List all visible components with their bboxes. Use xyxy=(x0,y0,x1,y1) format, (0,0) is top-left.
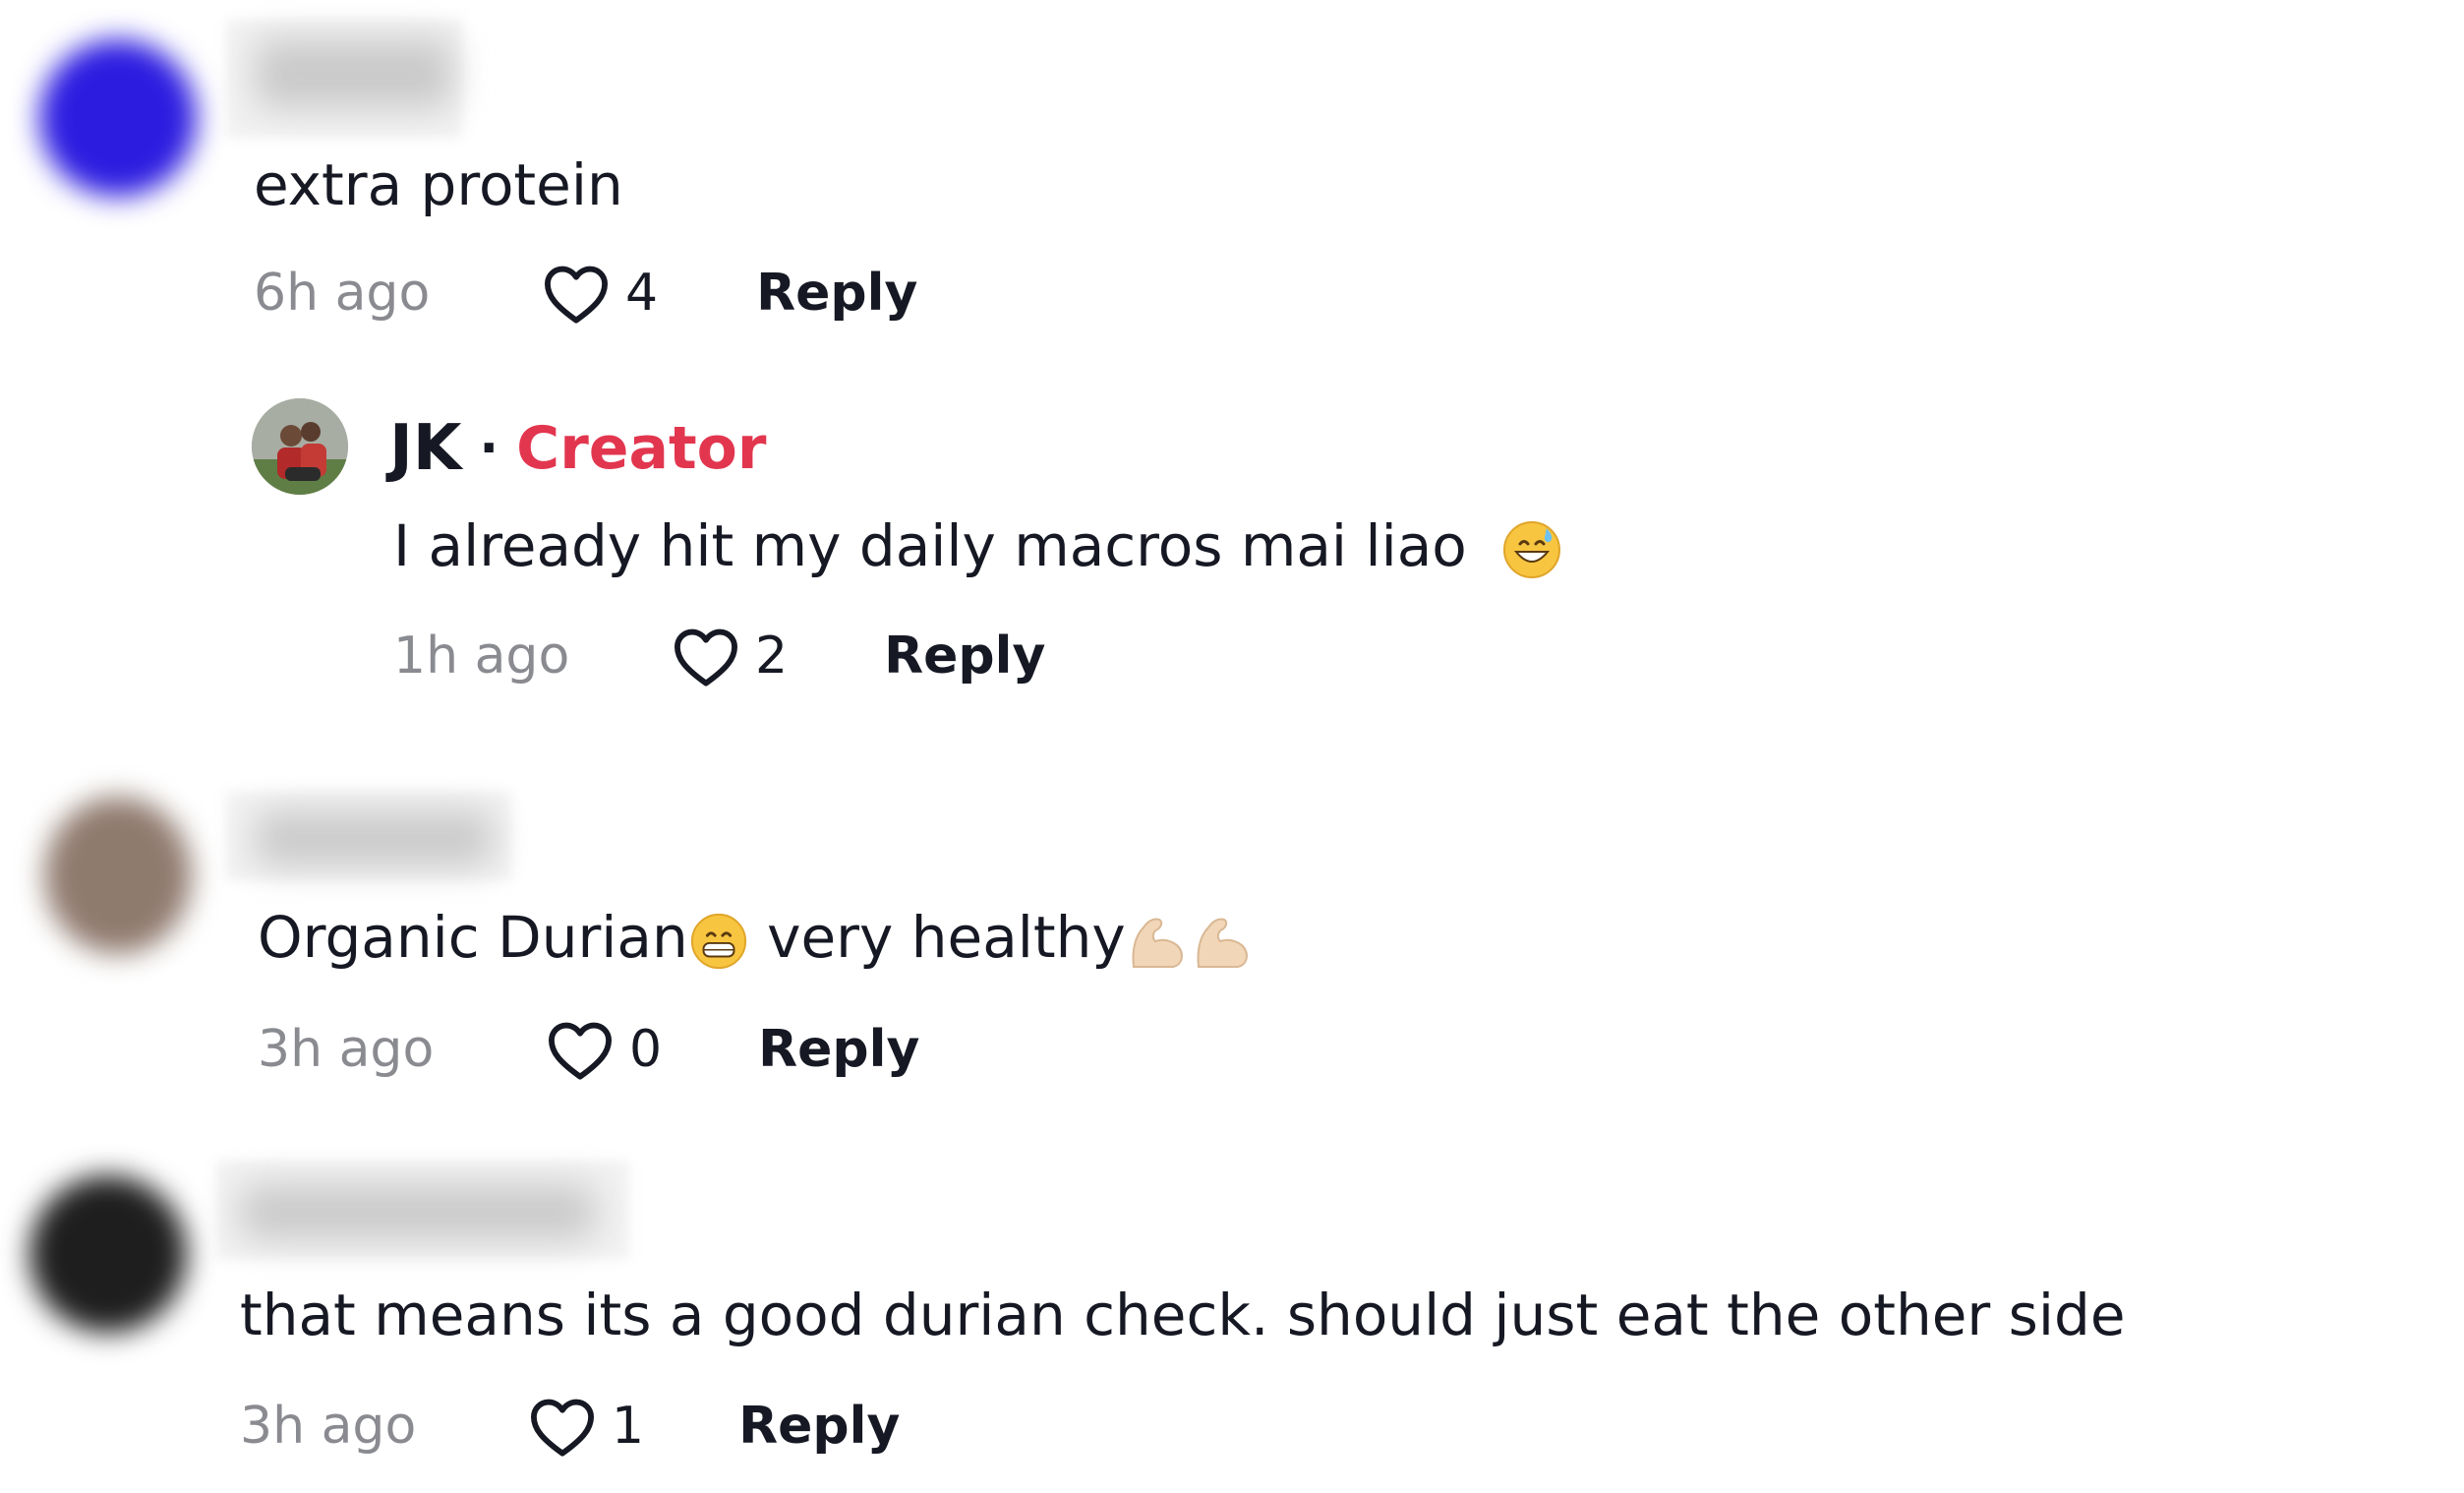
heart-icon xyxy=(531,1399,594,1457)
like-count: 2 xyxy=(755,627,789,686)
comment-text-part1: Organic Durian xyxy=(258,904,688,971)
like-count: 1 xyxy=(612,1397,645,1456)
creator-avatar[interactable] xyxy=(252,398,348,495)
comment-text: extra protein xyxy=(254,151,623,218)
comment-timestamp: 6h ago xyxy=(254,264,431,323)
comment-actions: 1h ago 2 Reply xyxy=(393,622,1045,690)
like-button[interactable]: 4 xyxy=(541,262,658,325)
comment-text-part2: very healthy xyxy=(748,904,1126,971)
username-redacted[interactable] xyxy=(256,811,492,866)
commenter-avatar-blurred[interactable] xyxy=(29,1175,187,1333)
reply-button[interactable]: Reply xyxy=(756,264,917,323)
comment-timestamp: 3h ago xyxy=(240,1397,417,1456)
comment-text: I already hit my daily macros mai liao xyxy=(393,512,1467,579)
comment-actions: 3h ago 1 Reply xyxy=(240,1392,900,1461)
grinning-face-with-sweat-emoji xyxy=(1500,518,1563,581)
like-count: 4 xyxy=(625,264,659,323)
flexed-biceps-emoji xyxy=(1126,910,1260,973)
creator-avatar-photo xyxy=(252,398,348,495)
reply-button[interactable]: Reply xyxy=(884,627,1045,686)
creator-header: JK · Creator xyxy=(389,409,766,488)
username-redacted[interactable] xyxy=(241,1185,595,1239)
separator-dot: · xyxy=(479,419,499,478)
comment-actions: 3h ago 0 Reply xyxy=(258,1015,919,1084)
commenter-avatar-blurred[interactable] xyxy=(44,797,192,954)
heart-icon xyxy=(549,1022,612,1080)
username-redacted[interactable] xyxy=(256,39,452,108)
comment-text: that means its a good durian check. shou… xyxy=(240,1282,2126,1348)
heart-icon xyxy=(545,266,608,324)
like-button[interactable]: 2 xyxy=(671,625,788,687)
like-button[interactable]: 1 xyxy=(527,1395,644,1458)
reply-button[interactable]: Reply xyxy=(758,1020,919,1079)
comment-actions: 6h ago 4 Reply xyxy=(254,259,917,328)
creator-username[interactable]: JK xyxy=(389,412,461,485)
like-count: 0 xyxy=(629,1020,663,1079)
comment-text-line: Organic Durian very healthy xyxy=(258,903,1260,973)
commenter-avatar-blurred[interactable] xyxy=(39,39,197,197)
grimacing-face-emoji xyxy=(688,911,749,972)
like-button[interactable]: 0 xyxy=(545,1018,662,1081)
reply-button[interactable]: Reply xyxy=(738,1397,900,1456)
comment-text-line: I already hit my daily macros mai liao xyxy=(393,511,1563,581)
comment-timestamp: 1h ago xyxy=(393,627,570,686)
heart-icon xyxy=(675,628,737,687)
comment-timestamp: 3h ago xyxy=(258,1020,435,1079)
creator-badge: Creator xyxy=(516,414,767,483)
